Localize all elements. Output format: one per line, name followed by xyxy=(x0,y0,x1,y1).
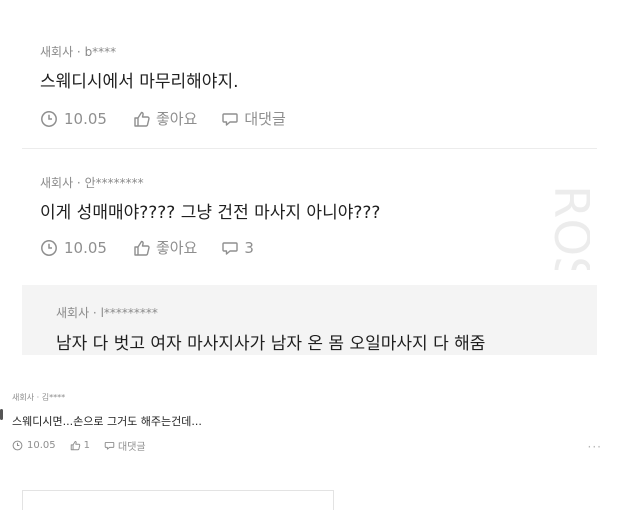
speech-bubble-icon xyxy=(104,441,115,450)
like-label: 좋아요 xyxy=(155,239,198,257)
comment-meta: 새회사 · 김**** xyxy=(12,393,66,402)
like-button[interactable]: 1 xyxy=(70,440,90,451)
background-watermark: ROSE xyxy=(543,185,590,270)
reply-count: 3 xyxy=(244,238,254,257)
edge-mark xyxy=(0,409,3,420)
date-text: 10.05 xyxy=(64,238,107,257)
reply-label: 대댓글 xyxy=(244,110,286,128)
clock-icon xyxy=(41,110,57,127)
comment-date: 10.05 xyxy=(12,440,56,451)
thumbs-up-icon xyxy=(70,441,80,451)
comment-item: ROSE 새회사 · 안******** 이게 성매매야???? 그냥 건전 마… xyxy=(0,150,618,278)
more-options-button[interactable]: ··· xyxy=(588,440,602,454)
like-label: 좋아요 xyxy=(155,110,198,128)
reply-label: 대댓글 xyxy=(118,442,146,453)
comment-actions: 10.05 좋아요 3 xyxy=(40,237,254,258)
comment-item: 새회사 · 김**** 스웨디시면...손으로 그거도 해주는건데... 10.… xyxy=(0,372,618,467)
clock-icon xyxy=(41,239,57,256)
comment-date: 10.05 xyxy=(40,239,107,257)
clock-icon xyxy=(12,440,23,451)
input-box-edge xyxy=(22,490,334,510)
like-button[interactable]: 좋아요 xyxy=(133,108,197,129)
comment-item: 새회사 · b**** 스웨디시에서 마무리해야지. 10.05 좋아요 대댓글 xyxy=(0,0,618,148)
reply-button[interactable]: 3 xyxy=(221,239,254,257)
reply-item: 새회사 · l********* 남자 다 벗고 여자 마사지사가 남자 온 몸… xyxy=(22,285,597,355)
comment-meta: 새회사 · l********* xyxy=(56,306,158,320)
comment-meta: 새회사 · b**** xyxy=(40,45,117,59)
like-count: 1 xyxy=(83,440,91,451)
thumbs-up-icon xyxy=(134,111,150,127)
thumbs-up-icon xyxy=(134,240,150,256)
comment-meta: 새회사 · 안******** xyxy=(40,176,144,190)
reply-button[interactable]: 대댓글 xyxy=(104,438,146,453)
comment-actions: 10.05 1 대댓글 xyxy=(12,438,146,453)
svg-text:ROSE: ROSE xyxy=(543,185,590,270)
speech-bubble-icon xyxy=(222,241,239,255)
comment-actions: 10.05 좋아요 대댓글 xyxy=(40,108,286,129)
divider xyxy=(22,148,597,149)
like-button[interactable]: 좋아요 xyxy=(133,237,197,258)
comment-date: 10.05 xyxy=(40,110,107,128)
date-text: 10.05 xyxy=(64,109,107,128)
comment-body: 남자 다 벗고 여자 마사지사가 남자 온 몸 오일마사지 다 해줌 xyxy=(56,334,486,354)
reply-button[interactable]: 대댓글 xyxy=(221,108,286,129)
comment-body: 스웨디시에서 마무리해야지. xyxy=(40,72,239,92)
speech-bubble-icon xyxy=(222,112,239,126)
comment-body: 스웨디시면...손으로 그거도 해주는건데... xyxy=(12,415,202,428)
date-text: 10.05 xyxy=(27,440,56,451)
comment-body: 이게 성매매야???? 그냥 건전 마사지 아니야??? xyxy=(40,203,381,223)
